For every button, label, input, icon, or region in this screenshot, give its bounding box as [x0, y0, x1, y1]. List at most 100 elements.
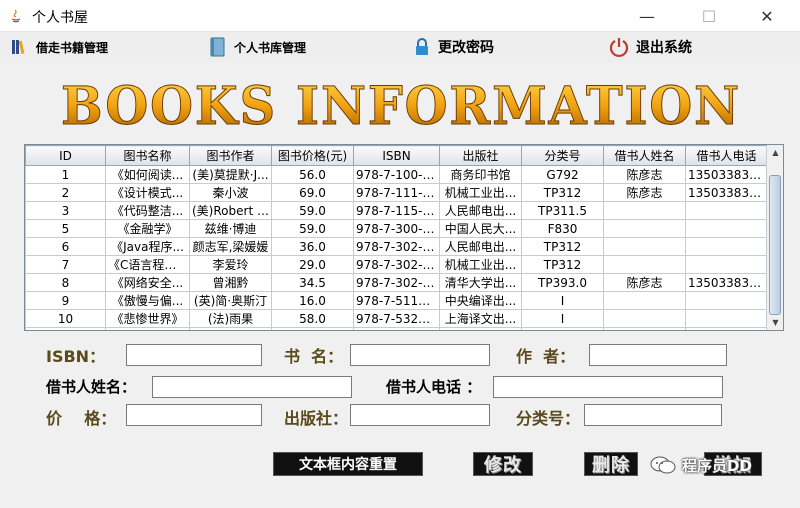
table-cell[interactable]: 7 [25, 255, 106, 274]
borrower-name-input[interactable] [152, 376, 352, 398]
table-cell[interactable]: F830 [521, 219, 604, 238]
table-row[interactable]: 9 《傲慢与偏... (英)简·奥斯汀 16.0 978-7-5117-... 中央编译出… [25, 291, 768, 310]
column-header[interactable]: 图书作者 [189, 145, 272, 166]
table-cell[interactable]: 978-7-100-1... [353, 165, 440, 184]
table-cell[interactable]: 36.0 [271, 237, 354, 256]
table-cell[interactable] [603, 237, 686, 256]
table-cell[interactable]: (法)雨果 [189, 309, 272, 328]
table-cell[interactable] [603, 255, 686, 274]
table-cell[interactable]: 陈彦志 [603, 183, 686, 202]
column-header[interactable]: ISBN [353, 145, 440, 166]
table-cell[interactable]: 《悲惨世界》 [105, 309, 190, 328]
table-cell[interactable]: TP312 [521, 183, 604, 202]
table-cell[interactable]: 978-7-5117-... [353, 291, 440, 310]
table-cell[interactable]: 59.0 [271, 201, 354, 220]
table-cell[interactable]: G792 [521, 165, 604, 184]
table-cell[interactable]: 11 [25, 327, 106, 330]
table-cell[interactable]: 秦小波 [189, 183, 272, 202]
menu-exit-system[interactable]: 退出系统 [608, 35, 692, 59]
table-cell[interactable]: 江苏文艺出... [439, 327, 522, 330]
delete-button[interactable]: 删除 [584, 452, 638, 476]
table-cell[interactable]: 978-7-5327-... [353, 309, 440, 328]
scrollbar-thumb[interactable] [769, 175, 781, 315]
table-cell[interactable]: 13503383632 [685, 183, 768, 202]
modify-button[interactable]: 修改 [473, 452, 533, 476]
table-cell[interactable]: 6 [25, 237, 106, 256]
table-cell[interactable]: (英)简·奥斯汀 [189, 291, 272, 310]
table-vertical-scrollbar[interactable]: ▲ ▼ [766, 145, 783, 330]
menu-library-management[interactable]: 个人书库管理 [208, 35, 306, 59]
table-row[interactable]: 3 《代码整洁... (美)Robert C... 59.0 978-7-115-2..… [25, 201, 768, 220]
table-row[interactable]: 5 《金融学》 兹维·博迪 59.0 978-7-300-1... 中国人民大... F83… [25, 219, 768, 238]
table-cell[interactable]: 3 [25, 201, 106, 220]
borrower-phone-input[interactable] [493, 376, 723, 398]
table-cell[interactable]: 8 [25, 273, 106, 292]
table-cell[interactable]: 人民邮电出... [439, 237, 522, 256]
minimize-button[interactable]: — [624, 0, 670, 32]
column-header[interactable]: 借书人姓名 [603, 145, 686, 166]
table-cell[interactable] [603, 201, 686, 220]
isbn-input[interactable] [126, 344, 262, 366]
table-cell[interactable]: 978-7-111-2... [353, 183, 440, 202]
table-cell[interactable] [603, 219, 686, 238]
scroll-down-icon[interactable]: ▼ [767, 315, 783, 330]
column-header[interactable]: 分类号 [521, 145, 604, 166]
table-cell[interactable]: (美)Robert C... [189, 201, 272, 220]
table-cell[interactable]: 商务印书馆 [439, 165, 522, 184]
table-row[interactable]: 7 《C语言程序... 李爱玲 29.0 978-7-302-2... 机械工业出... T… [25, 255, 768, 274]
books-table[interactable]: ID 图书名称 图书作者 图书价格(元) ISBN 出版社 分类号 借书人姓名 借书人电话 1 《… [24, 144, 784, 331]
table-cell[interactable]: TP311.5 [521, 201, 604, 220]
column-header[interactable]: 出版社 [439, 145, 522, 166]
table-cell[interactable]: 978-7-302-2... [353, 273, 440, 292]
table-cell[interactable] [685, 201, 768, 220]
table-cell[interactable]: 1 [25, 165, 106, 184]
table-cell[interactable]: 978-7-115-2... [353, 201, 440, 220]
table-cell[interactable]: I207.23 [521, 327, 604, 330]
table-cell[interactable]: 陈彦志 [603, 165, 686, 184]
table-cell[interactable]: 中央编译出... [439, 291, 522, 310]
table-row[interactable]: 1 《如何阅读... (美)莫提默·J... 56.0 978-7-100-1... 商务… [25, 165, 768, 184]
table-cell[interactable]: 机械工业出... [439, 183, 522, 202]
table-cell[interactable]: 《设计模式... [105, 183, 190, 202]
table-cell[interactable]: 李爱玲 [189, 255, 272, 274]
close-button[interactable]: ✕ [744, 0, 790, 32]
table-cell[interactable]: 978-7-5399-... [353, 327, 440, 330]
table-cell[interactable]: 58.0 [271, 309, 354, 328]
table-cell[interactable]: 28.5 [271, 327, 354, 330]
table-cell[interactable]: 2 [25, 183, 106, 202]
table-cell[interactable]: 《纳兰容若... [105, 327, 190, 330]
table-cell[interactable] [603, 291, 686, 310]
title-input[interactable] [350, 344, 490, 366]
column-header[interactable]: 借书人电话 [685, 145, 768, 166]
column-header[interactable]: 图书价格(元) [271, 145, 354, 166]
table-cell[interactable]: 《代码整洁... [105, 201, 190, 220]
table-cell[interactable] [685, 291, 768, 310]
table-cell[interactable]: 陈彦志 [603, 273, 686, 292]
table-cell[interactable]: 颜志军,梁媛媛 [189, 237, 272, 256]
table-cell[interactable] [685, 255, 768, 274]
table-cell[interactable] [685, 237, 768, 256]
table-cell[interactable]: 机械工业出... [439, 255, 522, 274]
table-row[interactable]: 11《纳兰容若...苏缨,毛晓雯...28.5978-7-5399-...江苏文… [25, 327, 768, 330]
table-cell[interactable]: 13503383632 [685, 165, 768, 184]
table-cell[interactable] [685, 327, 768, 330]
table-cell[interactable]: 34.5 [271, 273, 354, 292]
table-cell[interactable] [685, 219, 768, 238]
table-cell[interactable]: TP393.0 [521, 273, 604, 292]
table-cell[interactable]: 9 [25, 291, 106, 310]
table-cell[interactable]: 《网络安全... [105, 273, 190, 292]
table-cell[interactable]: 清华大学出... [439, 273, 522, 292]
table-cell[interactable]: 59.0 [271, 219, 354, 238]
scroll-up-icon[interactable]: ▲ [767, 145, 783, 160]
table-cell[interactable]: TP312 [521, 255, 604, 274]
publisher-input[interactable] [350, 404, 490, 426]
table-row[interactable]: 10 《悲惨世界》 (法)雨果 58.0 978-7-5327-... 上海译文出... I [25, 309, 768, 328]
author-input[interactable] [589, 344, 727, 366]
table-row[interactable]: 8 《网络安全... 曾湘黔 34.5 978-7-302-2... 清华大学出... TP… [25, 273, 768, 292]
menu-change-password[interactable]: 更改密码 [412, 35, 494, 59]
table-cell[interactable]: 《Java程序... [105, 237, 190, 256]
table-cell[interactable]: 16.0 [271, 291, 354, 310]
table-cell[interactable]: 5 [25, 219, 106, 238]
table-cell[interactable] [603, 327, 686, 330]
table-cell[interactable]: 人民邮电出... [439, 201, 522, 220]
